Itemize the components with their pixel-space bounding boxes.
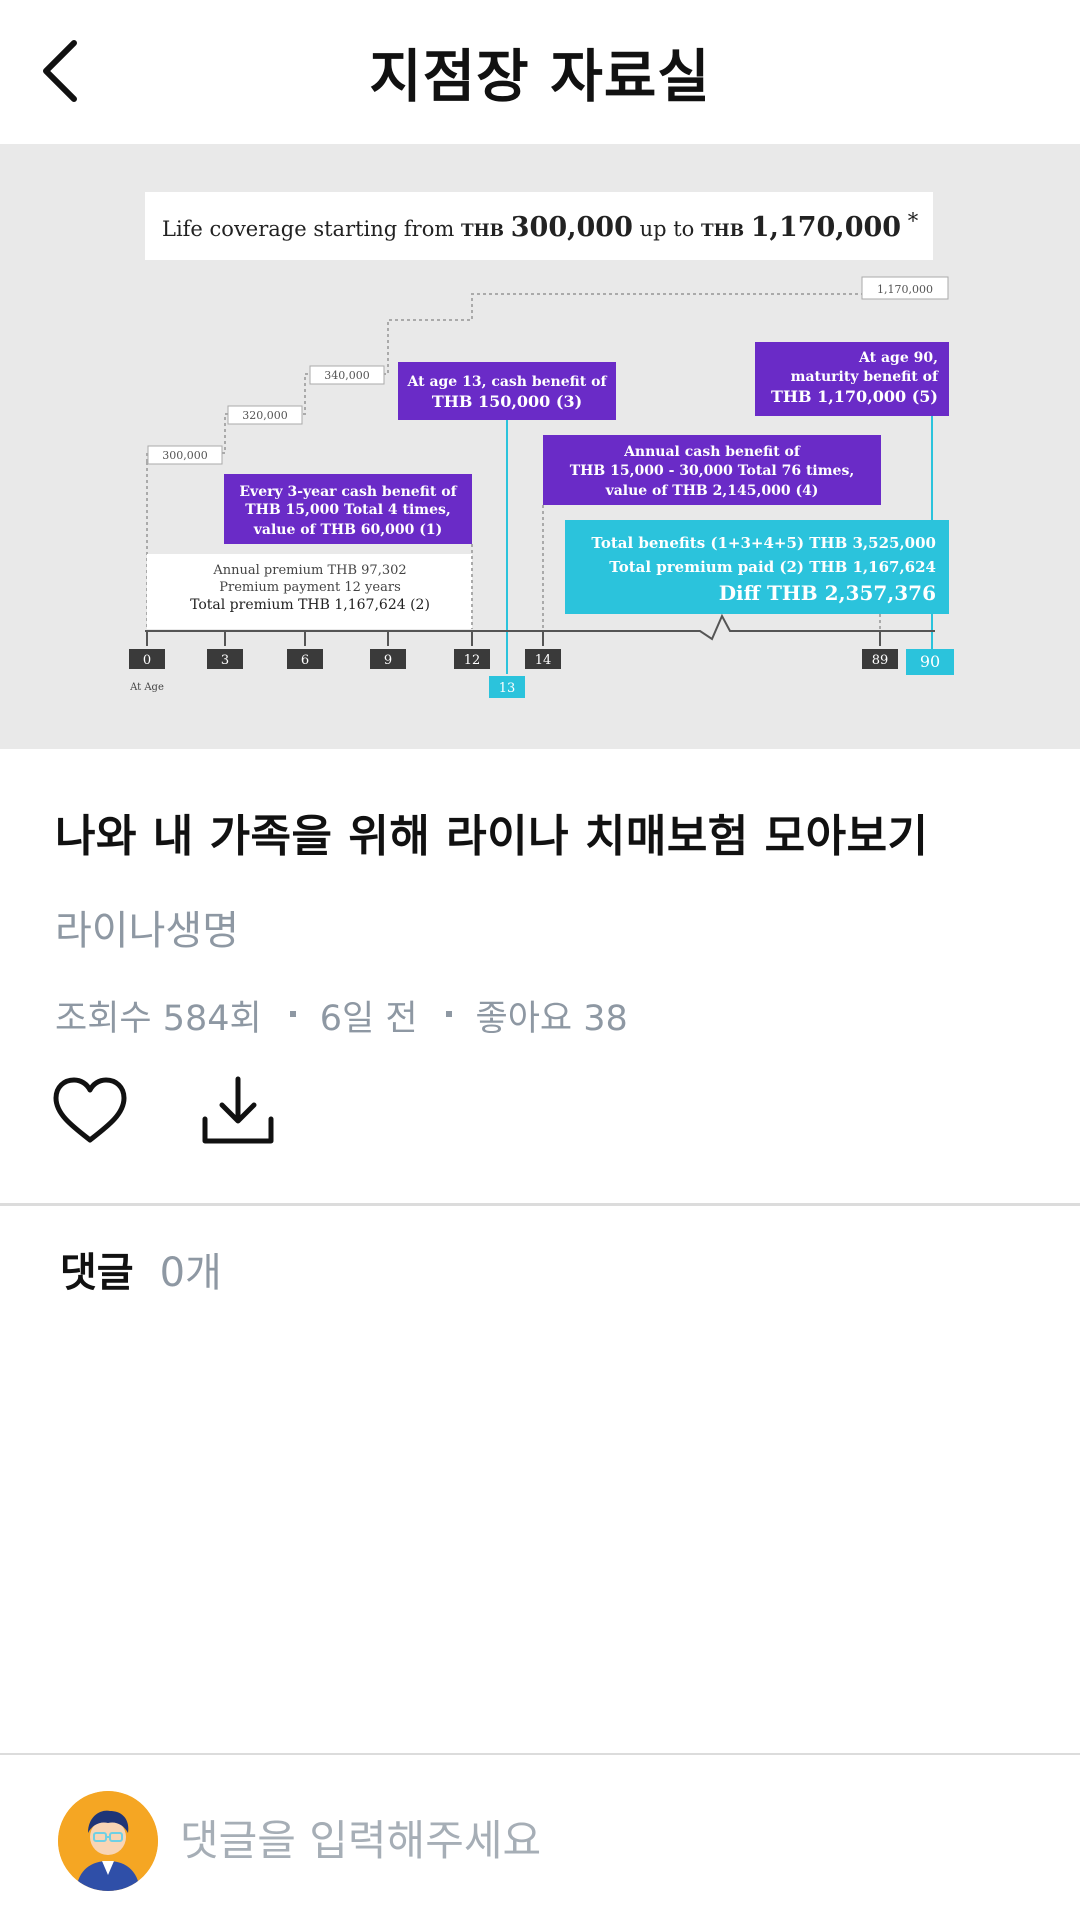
post-author[interactable]: 라이나생명	[55, 898, 239, 956]
age-0: 0	[143, 653, 151, 668]
back-button[interactable]	[30, 35, 90, 107]
page-title: 지점장 자료실	[369, 44, 711, 110]
comments-label: 댓글	[60, 1250, 134, 1296]
separator-dot	[289, 1010, 296, 1017]
premium-line1: Annual premium THB 97,302	[212, 563, 406, 578]
box-age90-line1: At age 90,	[858, 350, 938, 366]
box-every3-line3: value of THB 60,000 (1)	[253, 522, 443, 538]
post-title: 나와 내 가족을 위해 라이나 치매보험 모아보기	[55, 811, 929, 862]
coverage-level-3: 340,000	[324, 369, 370, 382]
app-header: 지점장 자료실	[0, 0, 1080, 144]
avatar	[58, 1791, 158, 1891]
age-13: 13	[499, 681, 516, 696]
box-every3-line1: Every 3-year cash benefit of	[239, 484, 457, 500]
age-6: 6	[301, 653, 309, 668]
box-age13-line1: At age 13, cash benefit of	[406, 374, 607, 390]
like-count: 좋아요 38	[475, 999, 628, 1039]
age-14: 14	[535, 653, 552, 668]
like-button[interactable]	[52, 1073, 128, 1149]
coverage-level-4: 1,170,000	[877, 283, 933, 296]
age-caption: At Age	[129, 682, 164, 693]
age-9: 9	[384, 653, 392, 668]
box-age90-line3: THB 1,170,000 (5)	[771, 387, 938, 406]
separator-dot	[445, 1010, 452, 1017]
chevron-left-icon	[43, 40, 77, 102]
totals-line1: Total benefits (1+3+4+5) THB 3,525,000	[591, 534, 936, 552]
post-meta: 조회수 584회 6일 전 좋아요 38	[55, 990, 628, 1041]
section-divider	[0, 1203, 1080, 1206]
user-avatar-icon	[58, 1791, 158, 1891]
premium-line2: Premium payment 12 years	[219, 580, 401, 595]
download-button[interactable]	[200, 1073, 276, 1149]
infographic-svg: Life coverage starting from THB 300,000 …	[129, 192, 954, 698]
totals-line3: Diff THB 2,357,376	[719, 581, 936, 605]
totals-line2: Total premium paid (2) THB 1,167,624	[609, 558, 936, 576]
coverage-level-1: 300,000	[162, 449, 208, 462]
comment-input[interactable]	[180, 1795, 1030, 1885]
post-actions	[52, 1073, 276, 1149]
download-icon	[202, 1076, 274, 1144]
comment-input-bar	[0, 1755, 1080, 1920]
comments-count: 0개	[159, 1250, 222, 1296]
age-90: 90	[920, 652, 940, 671]
age-89: 89	[872, 653, 889, 668]
box-annual-line1: Annual cash benefit of	[623, 444, 801, 460]
post-date: 6일 전	[319, 999, 418, 1039]
box-annual-line2: THB 15,000 - 30,000 Total 76 times,	[570, 463, 854, 479]
premium-line3: Total premium THB 1,167,624 (2)	[190, 597, 430, 613]
box-age13-line2: THB 150,000 (3)	[432, 392, 582, 411]
heart-icon	[53, 1077, 127, 1143]
box-age90-line2: maturity benefit of	[791, 369, 939, 385]
age-3: 3	[221, 653, 229, 668]
box-every3-line2: THB 15,000 Total 4 times,	[245, 502, 451, 518]
age-12: 12	[464, 653, 481, 668]
box-annual-line3: value of THB 2,145,000 (4)	[605, 483, 819, 499]
coverage-level-2: 320,000	[242, 409, 288, 422]
hero-infographic[interactable]: Life coverage starting from THB 300,000 …	[0, 144, 1080, 749]
comments-header: 댓글 0개	[60, 1240, 222, 1298]
view-count: 조회수 584회	[55, 999, 262, 1039]
